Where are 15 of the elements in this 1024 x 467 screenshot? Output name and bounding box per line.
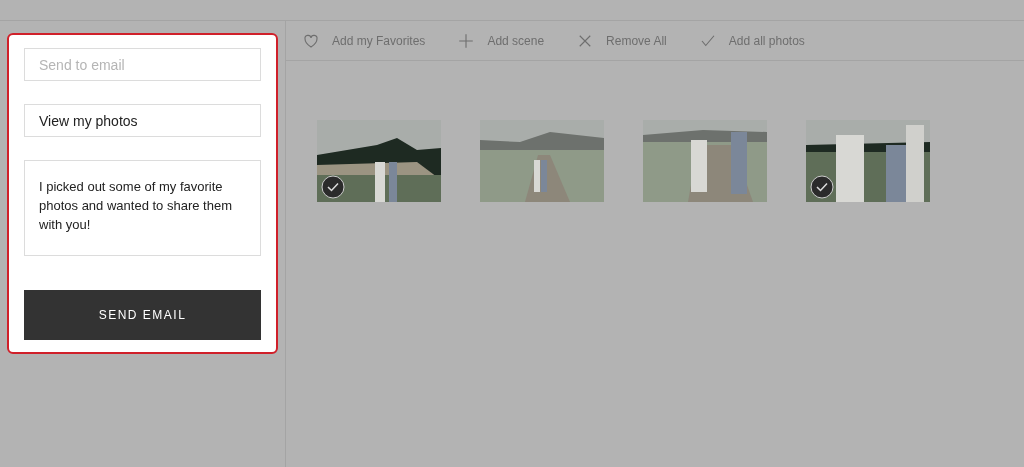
photo-thumbnail[interactable] — [480, 120, 604, 202]
email-input[interactable]: Send to email — [24, 48, 261, 81]
send-email-button[interactable]: SEND EMAIL — [24, 290, 261, 340]
photo-thumbnail[interactable] — [643, 120, 767, 202]
subject-input[interactable]: View my photos — [24, 104, 261, 137]
toolbar-action[interactable]: Add my Favorites — [332, 31, 426, 50]
check-circle-icon — [321, 175, 345, 199]
photo-thumbnail[interactable] — [317, 120, 441, 202]
message-input[interactable]: I picked out some of my favorite photos and wanted to share them with you! — [24, 160, 261, 256]
photo-thumbnail[interactable] — [806, 120, 930, 202]
toolbar-action[interactable]: Remove All — [606, 31, 667, 50]
check-circle-icon — [810, 175, 834, 199]
toolbar-action[interactable]: Add scene — [487, 31, 545, 50]
plus-icon — [457, 31, 476, 50]
toolbar-action[interactable]: Add all photos — [728, 31, 805, 50]
